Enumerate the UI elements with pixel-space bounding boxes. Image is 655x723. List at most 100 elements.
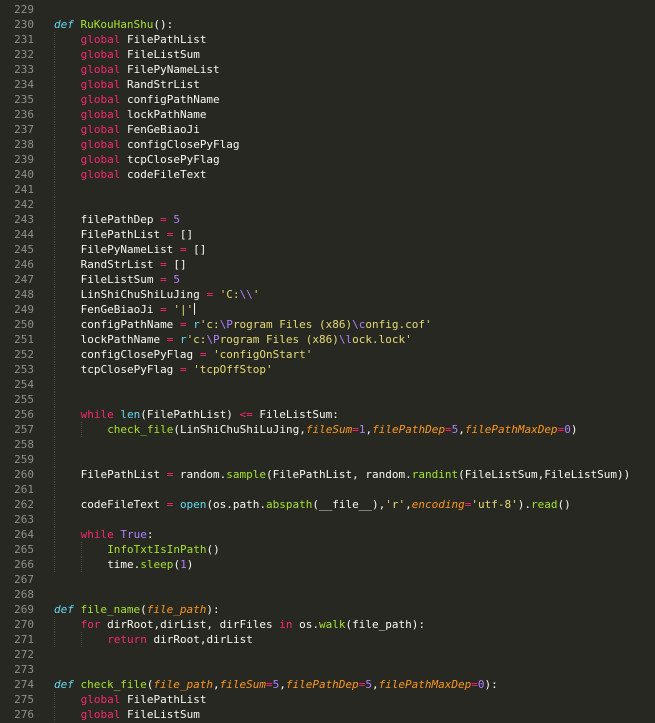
code-line[interactable]: 245 FilePyNameList = [] bbox=[0, 242, 655, 257]
indent-guide bbox=[54, 167, 55, 182]
code-line[interactable]: 247 FileListSum = 5 bbox=[0, 272, 655, 287]
code-token: FilePathList bbox=[120, 33, 207, 46]
code-line[interactable]: 261 bbox=[0, 482, 655, 497]
code-token: global bbox=[80, 33, 121, 46]
indent-guide bbox=[54, 407, 55, 422]
code-line[interactable]: 238 global configClosePyFlag bbox=[0, 137, 655, 152]
line-number: 231 bbox=[14, 33, 34, 46]
code-line[interactable]: 250 configPathName = r'c:\Program Files (… bbox=[0, 317, 655, 332]
code-line[interactable]: 260 FilePathList = random.sample(FilePath… bbox=[0, 467, 655, 482]
code-line[interactable]: 273 bbox=[0, 662, 655, 677]
code-text: filePathDep = 5 bbox=[81, 212, 180, 227]
code-text: def file_name(file_path): bbox=[54, 602, 220, 617]
code-text: InfoTxtIsInPath() bbox=[107, 542, 220, 557]
code-line[interactable]: 231 global FilePathList bbox=[0, 32, 655, 47]
code-text: global configPathName bbox=[81, 92, 220, 107]
code-token: '|' bbox=[173, 303, 194, 316]
code-line[interactable]: 262 codeFileText = open(os.path.abspath(_… bbox=[0, 497, 655, 512]
code-line[interactable]: 244 FilePathList = [] bbox=[0, 227, 655, 242]
code-token: lockPathName bbox=[80, 333, 167, 346]
code-text: def check_file(file_path,fileSum=5,fileP… bbox=[54, 677, 498, 692]
code-line[interactable]: 236 global lockPathName bbox=[0, 107, 655, 122]
code-line[interactable]: 274 def check_file(file_path,fileSum=5,fi… bbox=[0, 677, 655, 692]
code-token: os. bbox=[292, 618, 320, 631]
code-token: \\ bbox=[239, 288, 253, 301]
code-line[interactable]: 266 time.sleep(1) bbox=[0, 557, 655, 572]
code-line[interactable]: 242 bbox=[0, 197, 655, 212]
line-number: 237 bbox=[14, 123, 34, 136]
code-editor[interactable]: 229 230 def RuKouHanShu(): 231 global FilePa… bbox=[0, 0, 655, 723]
code-line[interactable]: 252 configClosePyFlag = 'configOnStart' bbox=[0, 347, 655, 362]
code-line[interactable]: 267 bbox=[0, 572, 655, 587]
code-token: FilePathList bbox=[80, 468, 167, 481]
code-line[interactable]: 235 global configPathName bbox=[0, 92, 655, 107]
code-line[interactable]: 276 global FileListSum bbox=[0, 707, 655, 722]
indent-guide bbox=[54, 242, 55, 257]
line-number: 242 bbox=[14, 198, 34, 211]
indent-guide bbox=[54, 557, 55, 572]
indent-guide bbox=[54, 542, 55, 557]
code-line[interactable]: 251 lockPathName = r'c:\Program Files (x8… bbox=[0, 332, 655, 347]
code-line[interactable]: 246 RandStrList = [] bbox=[0, 257, 655, 272]
code-line[interactable]: 270 for dirRoot,dirList, dirFiles in os.w… bbox=[0, 617, 655, 632]
indent-guide bbox=[54, 482, 55, 497]
code-token: walk bbox=[319, 618, 346, 631]
code-line[interactable]: 265 InfoTxtIsInPath() bbox=[0, 542, 655, 557]
line-number: 259 bbox=[14, 453, 34, 466]
indent-guide bbox=[54, 182, 55, 197]
code-line[interactable]: 249 FenGeBiaoJi = '|' bbox=[0, 302, 655, 317]
indent-guide bbox=[54, 212, 55, 227]
code-line[interactable]: 239 global tcpClosePyFlag bbox=[0, 152, 655, 167]
code-line[interactable]: 240 global codeFileText bbox=[0, 167, 655, 182]
code-line[interactable]: 256 while len(FilePathList) <= FileListSu… bbox=[0, 407, 655, 422]
code-line[interactable]: 259 bbox=[0, 452, 655, 467]
indent-guide bbox=[54, 692, 55, 707]
code-line[interactable]: 233 global FilePyNameList bbox=[0, 62, 655, 77]
code-line[interactable]: 237 global FenGeBiaoJi bbox=[0, 122, 655, 137]
code-line[interactable]: 255 bbox=[0, 392, 655, 407]
code-line[interactable]: 229 bbox=[0, 2, 655, 17]
code-token: in bbox=[279, 618, 293, 631]
indent-guide bbox=[54, 452, 55, 467]
line-number: 264 bbox=[14, 528, 34, 541]
indent-guide bbox=[54, 437, 55, 452]
code-line[interactable]: 248 LinShiChuShiLuJing = 'C:\\' bbox=[0, 287, 655, 302]
indent-guide bbox=[54, 287, 55, 302]
code-line[interactable]: 258 bbox=[0, 437, 655, 452]
code-line[interactable]: 254 bbox=[0, 377, 655, 392]
line-number: 266 bbox=[14, 558, 34, 571]
line-number: 271 bbox=[14, 633, 34, 646]
code-line[interactable]: 264 while True: bbox=[0, 527, 655, 542]
code-line[interactable]: 271 return dirRoot,dirList bbox=[0, 632, 655, 647]
code-line[interactable]: 232 global FileListSum bbox=[0, 47, 655, 62]
code-token: 'tcpOffStop' bbox=[193, 363, 273, 376]
indent-guide bbox=[54, 332, 55, 347]
code-line[interactable]: 230 def RuKouHanShu(): bbox=[0, 17, 655, 32]
code-line[interactable]: 257 check_file(LinShiChuShiLuJing,fileSum… bbox=[0, 422, 655, 437]
code-text: for dirRoot,dirList, dirFiles in os.walk… bbox=[81, 617, 425, 632]
code-line[interactable]: 269 def file_name(file_path): bbox=[0, 602, 655, 617]
code-line[interactable]: 272 bbox=[0, 647, 655, 662]
code-line[interactable]: 263 bbox=[0, 512, 655, 527]
line-number: 245 bbox=[14, 243, 34, 256]
line-number: 255 bbox=[14, 393, 34, 406]
line-number: 251 bbox=[14, 333, 34, 346]
code-text: global RandStrList bbox=[81, 77, 200, 92]
code-line[interactable]: 275 global FilePathList bbox=[0, 692, 655, 707]
code-token: random. bbox=[173, 468, 227, 481]
code-token: ): bbox=[206, 603, 220, 616]
code-token: ). bbox=[517, 498, 531, 511]
code-token: rogram Files (x86) bbox=[219, 333, 339, 346]
code-token: randint bbox=[411, 468, 459, 481]
code-line[interactable]: 253 tcpClosePyFlag = 'tcpOffStop' bbox=[0, 362, 655, 377]
code-line[interactable]: 243 filePathDep = 5 bbox=[0, 212, 655, 227]
code-line[interactable]: 268 bbox=[0, 587, 655, 602]
code-token: global bbox=[80, 78, 121, 91]
code-token: 'configOnStart' bbox=[213, 348, 313, 361]
code-token: file_path bbox=[153, 678, 213, 691]
code-line[interactable]: 234 global RandStrList bbox=[0, 77, 655, 92]
code-token: 0 bbox=[564, 423, 571, 436]
indent-guide bbox=[54, 257, 55, 272]
code-line[interactable]: 241 bbox=[0, 182, 655, 197]
